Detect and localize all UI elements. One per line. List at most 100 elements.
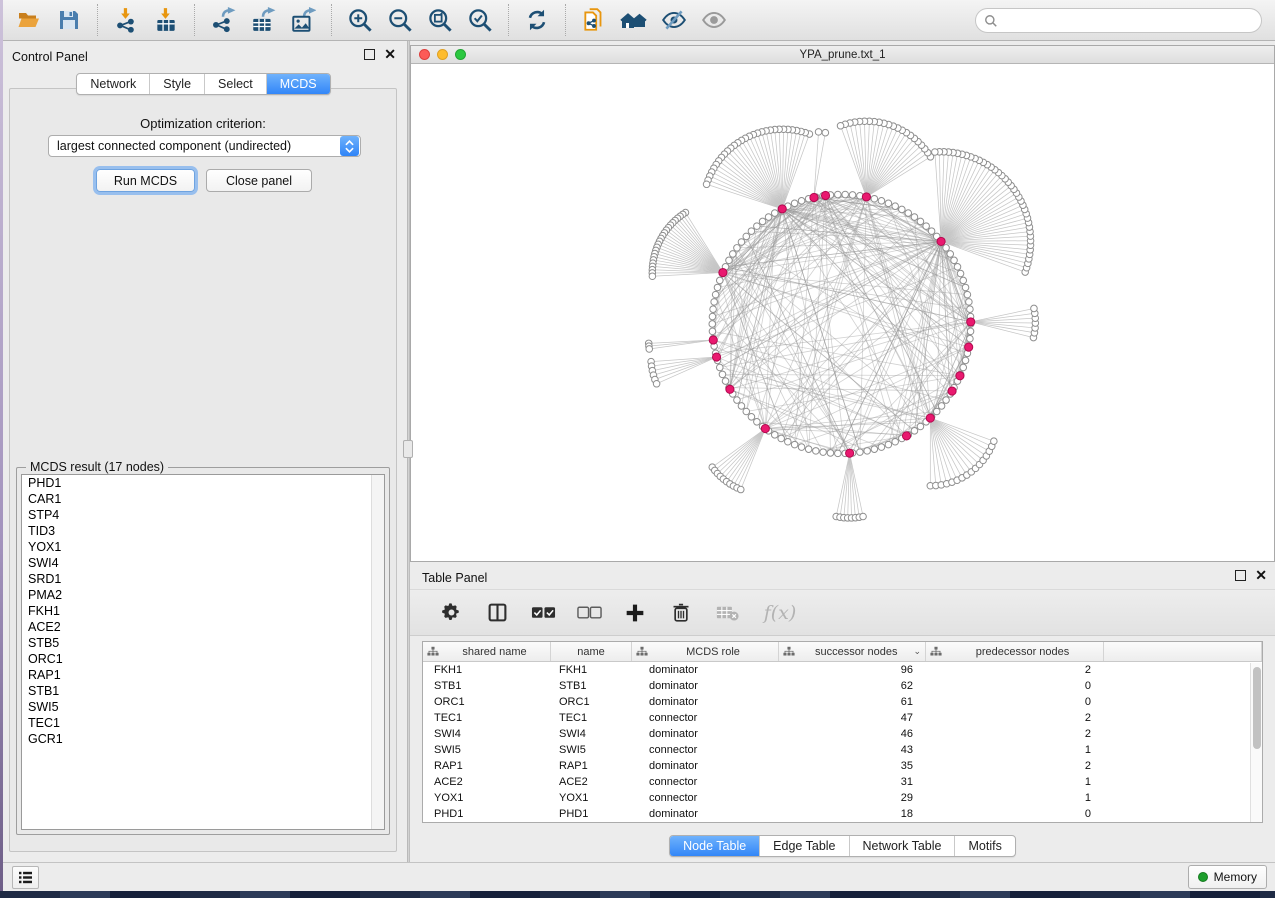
tab-style[interactable]: Style bbox=[149, 74, 204, 94]
mcds-result-item[interactable]: ACE2 bbox=[22, 619, 384, 635]
mcds-result-item[interactable]: RAP1 bbox=[22, 667, 384, 683]
table-cell: SWI5 bbox=[423, 742, 551, 758]
delete-column-trash-icon[interactable] bbox=[667, 598, 695, 628]
column-header[interactable]: successor nodes⌄ bbox=[779, 642, 926, 661]
table-row[interactable]: ACE2ACE2connector311 bbox=[423, 774, 1262, 790]
network-window-titlebar[interactable]: YPA_prune.txt_1 bbox=[411, 46, 1274, 64]
memory-button[interactable]: Memory bbox=[1188, 865, 1267, 889]
cytoscape-window: Control Panel ✕ NetworkStyleSelectMCDS O… bbox=[3, 0, 1275, 891]
table-row[interactable]: TEC1TEC1connector472 bbox=[423, 710, 1262, 726]
zoom-fit-icon[interactable] bbox=[426, 5, 454, 35]
close-panel-icon[interactable]: ✕ bbox=[384, 49, 396, 60]
mcds-result-item[interactable]: PHD1 bbox=[22, 475, 384, 491]
mcds-result-item[interactable]: YOX1 bbox=[22, 539, 384, 555]
mcds-result-item[interactable]: SWI5 bbox=[22, 699, 384, 715]
close-panel-button[interactable]: Close panel bbox=[206, 169, 312, 192]
select-all-icon[interactable] bbox=[529, 598, 557, 628]
mcds-result-item[interactable]: STP4 bbox=[22, 507, 384, 523]
table-cell: RAP1 bbox=[551, 758, 632, 774]
import-table-icon[interactable] bbox=[152, 5, 180, 35]
window-minimize-icon[interactable] bbox=[437, 49, 448, 60]
table-cell: YOX1 bbox=[551, 790, 632, 806]
search-input[interactable] bbox=[1003, 14, 1253, 28]
mcds-result-item[interactable]: FKH1 bbox=[22, 603, 384, 619]
tab-network-table[interactable]: Network Table bbox=[849, 836, 955, 856]
table-row[interactable]: ORC1ORC1dominator610 bbox=[423, 694, 1262, 710]
splitter-handle[interactable] bbox=[403, 440, 413, 458]
mcds-result-item[interactable]: CAR1 bbox=[22, 491, 384, 507]
table-toolbar: f(x) bbox=[410, 589, 1275, 636]
network-canvas[interactable] bbox=[411, 65, 1274, 561]
mcds-result-item[interactable]: PMA2 bbox=[22, 587, 384, 603]
optimization-criterion-dropdown[interactable]: largest connected component (undirected) bbox=[48, 135, 361, 157]
tab-edge-table[interactable]: Edge Table bbox=[759, 836, 848, 856]
first-neighbors-icon[interactable] bbox=[620, 5, 648, 35]
table-cell: 1 bbox=[926, 790, 1104, 806]
table-scrollbar[interactable] bbox=[1250, 663, 1262, 822]
add-column-icon[interactable] bbox=[621, 598, 649, 628]
table-row[interactable]: YOX1YOX1connector291 bbox=[423, 790, 1262, 806]
network-canvas-container[interactable] bbox=[411, 65, 1274, 561]
node-table: shared namenameMCDS rolesuccessor nodes⌄… bbox=[422, 641, 1263, 823]
save-session-icon[interactable] bbox=[55, 5, 83, 35]
table-cell: 47 bbox=[779, 710, 926, 726]
mcds-result-item[interactable]: SWI4 bbox=[22, 555, 384, 571]
deselect-all-icon[interactable] bbox=[575, 598, 603, 628]
column-selector-icon[interactable] bbox=[483, 598, 511, 628]
tab-node-table[interactable]: Node Table bbox=[670, 836, 759, 856]
show-all-icon[interactable] bbox=[700, 5, 728, 35]
export-table-icon[interactable] bbox=[249, 5, 277, 35]
zoom-out-icon[interactable] bbox=[386, 5, 414, 35]
mcds-result-item[interactable]: TEC1 bbox=[22, 715, 384, 731]
delete-table-icon-disabled[interactable] bbox=[713, 598, 741, 628]
column-header[interactable]: name bbox=[551, 642, 632, 661]
export-network-icon[interactable] bbox=[209, 5, 237, 35]
table-cell: PHD1 bbox=[551, 806, 632, 822]
status-bar: Memory bbox=[3, 862, 1275, 891]
table-row[interactable]: SWI4SWI4dominator462 bbox=[423, 726, 1262, 742]
float-panel-icon[interactable] bbox=[364, 49, 375, 60]
table-cell: 62 bbox=[779, 678, 926, 694]
mcds-result-item[interactable]: SRD1 bbox=[22, 571, 384, 587]
column-header[interactable]: shared name bbox=[423, 642, 551, 661]
table-cell: TEC1 bbox=[423, 710, 551, 726]
mcds-result-item[interactable]: STB1 bbox=[22, 683, 384, 699]
column-header[interactable]: MCDS role bbox=[632, 642, 779, 661]
open-session-icon[interactable] bbox=[15, 5, 43, 35]
table-cell: 0 bbox=[926, 806, 1104, 822]
run-mcds-button[interactable]: Run MCDS bbox=[96, 169, 195, 192]
table-row[interactable]: PHD1PHD1dominator180 bbox=[423, 806, 1262, 822]
zoom-in-icon[interactable] bbox=[346, 5, 374, 35]
list-scrollbar[interactable] bbox=[371, 475, 384, 829]
close-panel-icon[interactable]: ✕ bbox=[1255, 570, 1267, 581]
import-network-icon[interactable] bbox=[112, 5, 140, 35]
mcds-result-list[interactable]: PHD1CAR1STP4TID3YOX1SWI4SRD1PMA2FKH1ACE2… bbox=[21, 474, 385, 830]
table-row[interactable]: RAP1RAP1dominator352 bbox=[423, 758, 1262, 774]
table-row[interactable]: SWI5SWI5connector431 bbox=[423, 742, 1262, 758]
table-row[interactable]: STB1STB1dominator620 bbox=[423, 678, 1262, 694]
mcds-result-item[interactable]: ORC1 bbox=[22, 651, 384, 667]
scrollbar-thumb[interactable] bbox=[1253, 667, 1261, 749]
new-network-from-selection-icon[interactable] bbox=[580, 5, 608, 35]
window-close-icon[interactable] bbox=[419, 49, 430, 60]
table-settings-gear-icon[interactable] bbox=[437, 598, 465, 628]
table-cell bbox=[1104, 806, 1262, 822]
refresh-icon[interactable] bbox=[523, 5, 551, 35]
table-cell: 46 bbox=[779, 726, 926, 742]
hide-selected-icon[interactable] bbox=[660, 5, 688, 35]
tab-motifs[interactable]: Motifs bbox=[954, 836, 1014, 856]
export-image-icon[interactable] bbox=[289, 5, 317, 35]
function-builder-disabled[interactable]: f(x) bbox=[759, 598, 801, 628]
table-row[interactable]: FKH1FKH1dominator962 bbox=[423, 662, 1262, 678]
tab-select[interactable]: Select bbox=[204, 74, 266, 94]
mcds-result-item[interactable]: STB5 bbox=[22, 635, 384, 651]
tab-mcds[interactable]: MCDS bbox=[266, 74, 330, 94]
tab-network[interactable]: Network bbox=[77, 74, 149, 94]
mcds-result-item[interactable]: GCR1 bbox=[22, 731, 384, 747]
column-header[interactable]: predecessor nodes bbox=[926, 642, 1104, 661]
float-panel-icon[interactable] bbox=[1235, 570, 1246, 581]
mcds-result-item[interactable]: TID3 bbox=[22, 523, 384, 539]
show-panels-list-button[interactable] bbox=[12, 866, 39, 889]
zoom-selected-icon[interactable] bbox=[466, 5, 494, 35]
window-zoom-icon[interactable] bbox=[455, 49, 466, 60]
